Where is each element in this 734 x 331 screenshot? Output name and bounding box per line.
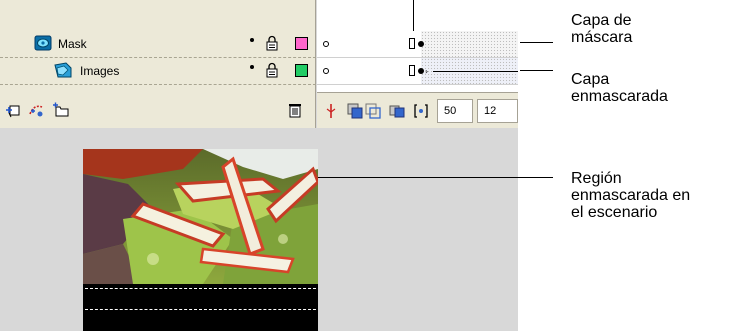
keyframe-empty[interactable] [323, 41, 329, 47]
callout-masked-region: Región enmascarada en el escenario [571, 170, 691, 221]
add-motion-guide-icon[interactable] [28, 102, 46, 118]
insert-layer-folder-icon[interactable] [52, 102, 70, 118]
lock-icon[interactable] [265, 35, 279, 51]
timeline-toolbar: 50 12 [317, 92, 518, 128]
salad-image [83, 149, 318, 284]
layer-color-swatch[interactable] [295, 64, 308, 77]
keyframe[interactable] [418, 68, 424, 74]
mask-outline-dash [85, 309, 316, 310]
center-frame-icon[interactable] [323, 103, 339, 119]
layer-color-swatch[interactable] [295, 37, 308, 50]
edit-multiple-frames-icon[interactable] [389, 103, 405, 119]
timeline-row-images[interactable]: › [317, 58, 518, 85]
modify-onion-markers-icon[interactable] [413, 103, 429, 119]
lock-icon[interactable] [265, 62, 279, 78]
masked-salad-photo [83, 149, 318, 284]
layer-name: Mask [58, 37, 87, 51]
keyframe[interactable] [418, 41, 424, 47]
mask-outline-dash [85, 288, 316, 289]
callout-line-mask-layer [520, 42, 553, 43]
frame-rate-field: 12 [477, 99, 518, 123]
end-frame[interactable] [409, 65, 415, 76]
current-frame-field: 50 [437, 99, 473, 123]
trash-icon[interactable] [286, 102, 304, 118]
motion-tween-line [433, 71, 518, 72]
onion-skin-icon[interactable] [347, 103, 363, 119]
flash-authoring-window: Mask Images › 50 12 [0, 0, 518, 331]
onion-skin-outlines-icon[interactable] [365, 103, 381, 119]
tween-arrow-icon: › [425, 67, 429, 76]
callout-mask-layer: Capa de máscara [571, 12, 633, 46]
empty-frames [421, 31, 518, 57]
end-frame[interactable] [409, 38, 415, 49]
layer-row-mask[interactable]: Mask [0, 31, 316, 58]
callout-line-masked-region [318, 177, 553, 178]
insert-layer-icon[interactable] [4, 102, 22, 118]
layer-name: Images [80, 64, 120, 78]
layer-row-images[interactable]: Images [0, 58, 316, 85]
layer-toolbar [0, 92, 316, 128]
masked-layer-icon [54, 62, 72, 78]
timeline-row-mask[interactable] [317, 31, 518, 58]
visibility-dot[interactable] [250, 38, 254, 42]
visibility-dot[interactable] [250, 65, 254, 69]
keyframe-empty[interactable] [323, 68, 329, 74]
mask-shape-region [83, 284, 318, 331]
callout-masked-layer: Capa enmascarada [571, 71, 668, 105]
callout-line-masked-layer [520, 70, 553, 71]
layer-panel: Mask Images [0, 0, 316, 128]
stage [0, 128, 518, 331]
playhead-line[interactable] [413, 0, 414, 31]
mask-layer-icon [34, 35, 52, 51]
